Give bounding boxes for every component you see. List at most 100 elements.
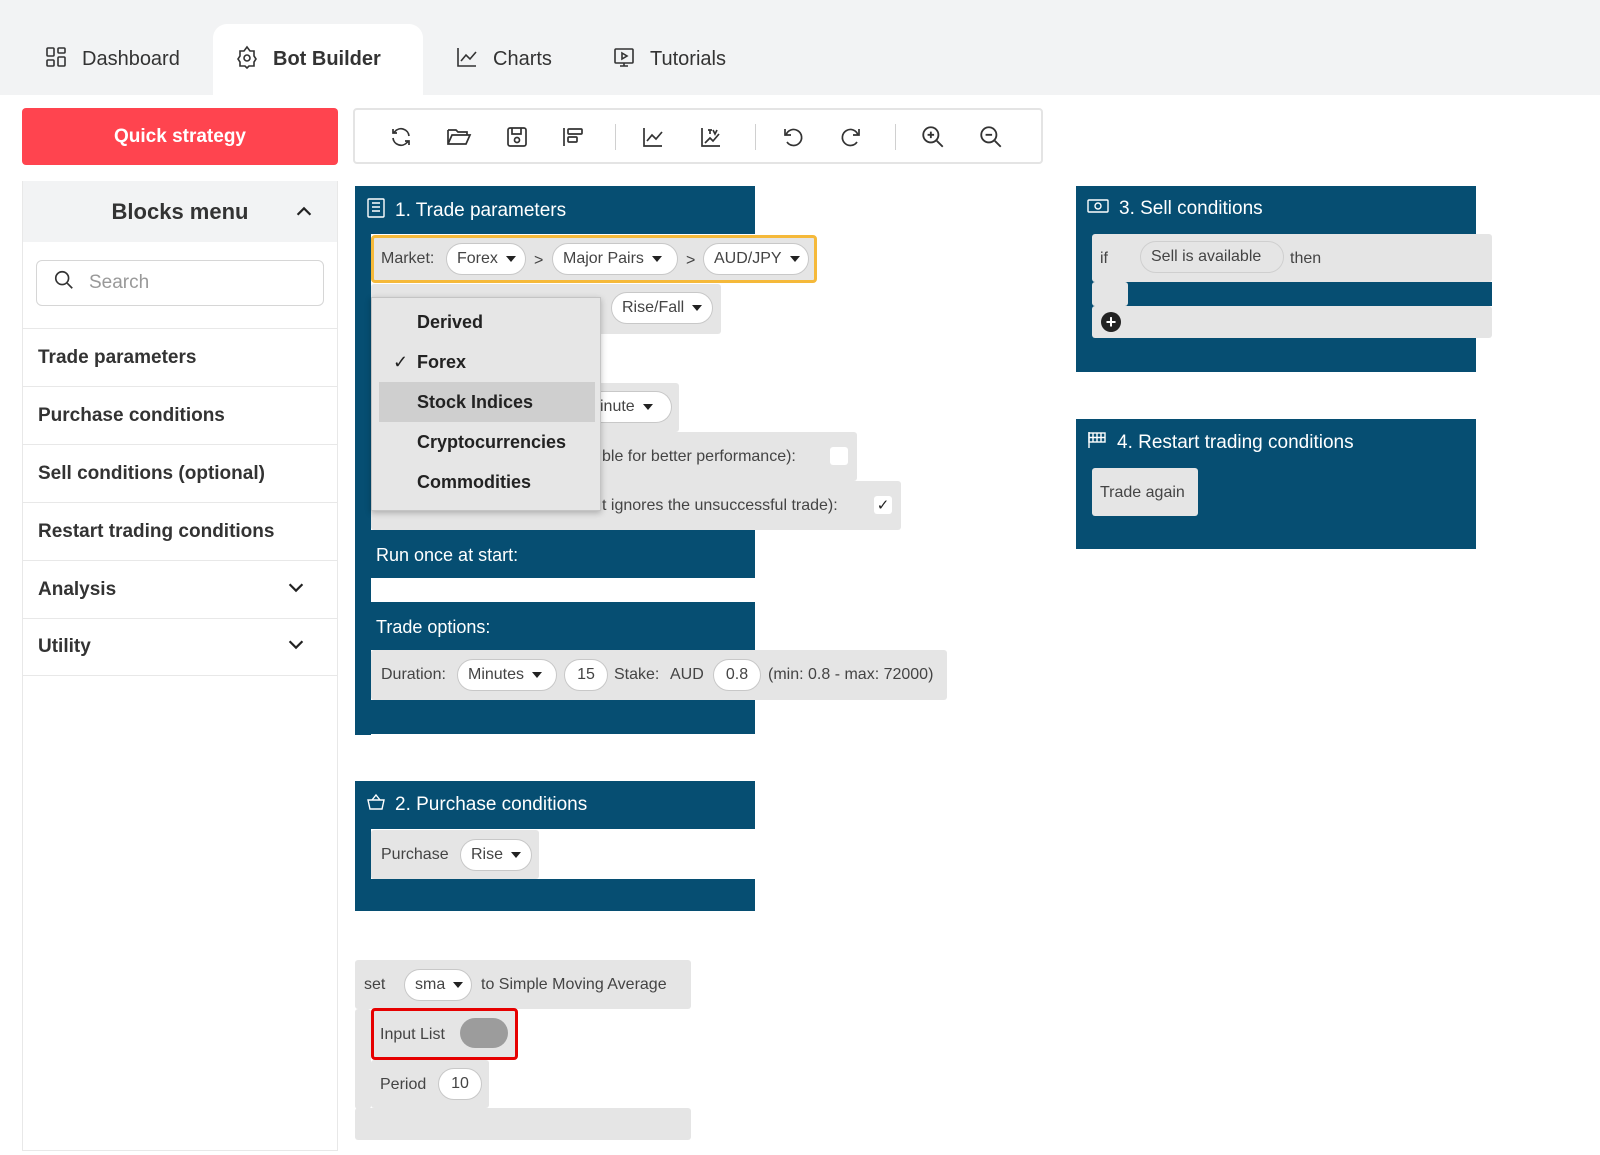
blocks-menu-header[interactable]: Blocks menu	[23, 181, 337, 242]
sell-conditions-header: 3. Sell conditions	[1087, 198, 1263, 220]
toolbar-divider	[755, 124, 756, 150]
zoom-out-icon[interactable]	[977, 123, 1005, 151]
menu-item-sell-conditions[interactable]: Sell conditions (optional)	[23, 444, 337, 502]
symbol-dropdown[interactable]: AUD/JPY	[703, 243, 809, 275]
block-title: 4. Restart trading conditions	[1117, 432, 1354, 453]
toolbar-divider	[615, 124, 616, 150]
separator: >	[534, 252, 544, 269]
tab-charts[interactable]: Charts	[433, 24, 574, 95]
menu-item-label: Trade parameters	[38, 346, 197, 368]
redo-icon[interactable]	[837, 123, 865, 151]
restart-on-error-checkbox[interactable]	[830, 447, 848, 465]
period-input[interactable]: 10	[438, 1068, 482, 1100]
set-label: set	[364, 976, 386, 993]
tab-bot-builder-label: Bot Builder	[273, 48, 381, 70]
variable-dropdown[interactable]: sma	[404, 969, 472, 1001]
trade-again-label: Trade again	[1100, 484, 1185, 501]
caret-down-icon	[453, 982, 464, 988]
option-label: Commodities	[417, 471, 532, 492]
empty-statement-slot[interactable]	[371, 578, 421, 602]
tradingview-icon[interactable]	[697, 123, 725, 151]
dropdown-option-derived[interactable]: Derived	[379, 302, 595, 342]
restart-last-trade-checkbox[interactable]: ✓	[874, 496, 892, 514]
chevron-up-icon[interactable]	[293, 201, 315, 229]
menu-item-label: Sell conditions (optional)	[38, 462, 265, 484]
period-label: Period	[380, 1076, 427, 1093]
checkmark-icon: ✓	[393, 351, 409, 372]
trade-options-label: Trade options:	[376, 617, 491, 637]
duration-input[interactable]: 15	[564, 659, 608, 691]
caret-down-icon	[789, 256, 800, 262]
if-label: if	[1100, 250, 1108, 267]
sma-spine	[355, 1009, 371, 1109]
tab-charts-label: Charts	[493, 48, 552, 70]
caret-down-icon	[651, 256, 662, 262]
reset-icon[interactable]	[387, 123, 415, 151]
duration-unit-dropdown[interactable]: Minutes	[457, 659, 557, 691]
contract-type-dropdown[interactable]: Rise/Fall	[611, 292, 713, 324]
option-label: Forex	[417, 351, 467, 372]
tab-tutorials-label: Tutorials	[650, 48, 726, 70]
bot-icon	[235, 45, 259, 75]
block-spine	[355, 230, 371, 735]
submarket-value: Major Pairs	[563, 250, 644, 267]
caret-down-icon	[511, 852, 522, 858]
contract-value: Rise/Fall	[622, 299, 685, 316]
dropdown-option-stock-indices[interactable]: Stock Indices	[379, 382, 595, 422]
symbol-value: AUD/JPY	[714, 250, 782, 267]
candle-interval-dropdown[interactable]: inute	[590, 391, 672, 423]
sma-footer	[355, 1108, 691, 1140]
dropdown-option-commodities[interactable]: Commodities	[379, 462, 595, 502]
then-label: then	[1290, 250, 1322, 267]
block-title: 3. Sell conditions	[1119, 198, 1263, 219]
purchase-type-dropdown[interactable]: Rise	[460, 839, 532, 871]
dropdown-option-cryptocurrencies[interactable]: Cryptocurrencies	[379, 422, 595, 462]
menu-item-utility[interactable]: Utility	[23, 618, 337, 676]
stake-input[interactable]: 0.8	[713, 659, 761, 691]
variable-value: sma	[415, 976, 446, 993]
input-list-socket[interactable]	[460, 1018, 508, 1048]
market-dropdown[interactable]: Forex	[446, 243, 526, 275]
chart-icon[interactable]	[639, 123, 667, 151]
undo-icon[interactable]	[779, 123, 807, 151]
toolbar-divider	[895, 124, 896, 150]
caret-down-icon	[532, 672, 543, 678]
menu-item-label: Purchase conditions	[38, 404, 225, 426]
search-box	[36, 260, 324, 306]
top-navigation: Dashboard Bot Builder Charts Tutorials	[0, 0, 1600, 95]
menu-item-restart-trading[interactable]: Restart trading conditions	[23, 502, 337, 560]
candle-interval-value: inute	[600, 398, 635, 415]
zoom-in-icon[interactable]	[919, 123, 947, 151]
tab-bot-builder[interactable]: Bot Builder	[213, 24, 423, 95]
dropdown-option-forex[interactable]: ✓ Forex	[379, 342, 595, 382]
trade-parameters-footer	[355, 700, 755, 734]
input-list-label: Input List	[380, 1026, 445, 1043]
option-label: Stock Indices	[417, 391, 534, 412]
currency-label: AUD	[670, 666, 704, 683]
tab-tutorials[interactable]: Tutorials	[590, 24, 748, 95]
plus-icon[interactable]: +	[1101, 312, 1121, 332]
purchase-label: Purchase	[381, 846, 449, 863]
if-body-slot	[1128, 282, 1492, 306]
duration-unit-value: Minutes	[468, 666, 525, 683]
block-title: 2. Purchase conditions	[395, 794, 588, 815]
menu-item-analysis[interactable]: Analysis	[23, 560, 337, 618]
restart-trading-header: 4. Restart trading conditions	[1087, 431, 1354, 455]
sell-available-condition[interactable]: Sell is available	[1140, 241, 1284, 273]
block-spine	[355, 829, 371, 879]
menu-item-trade-parameters[interactable]: Trade parameters	[23, 328, 337, 386]
blocks-menu-title: Blocks menu	[111, 198, 249, 224]
search-input[interactable]	[89, 272, 319, 294]
quick-strategy-button[interactable]: Quick strategy	[22, 108, 338, 165]
open-icon[interactable]	[445, 123, 473, 151]
submarket-dropdown[interactable]: Major Pairs	[552, 243, 678, 275]
save-icon[interactable]	[503, 123, 531, 151]
tab-dashboard[interactable]: Dashboard	[22, 24, 202, 95]
caret-down-icon	[642, 404, 653, 410]
menu-item-purchase-conditions[interactable]: Purchase conditions	[23, 386, 337, 444]
caret-down-icon	[692, 305, 703, 311]
market-label: Market:	[381, 250, 435, 267]
stake-range: (min: 0.8 - max: 72000)	[768, 666, 934, 683]
sort-icon[interactable]	[559, 123, 587, 151]
sma-label: to Simple Moving Average	[481, 976, 667, 993]
